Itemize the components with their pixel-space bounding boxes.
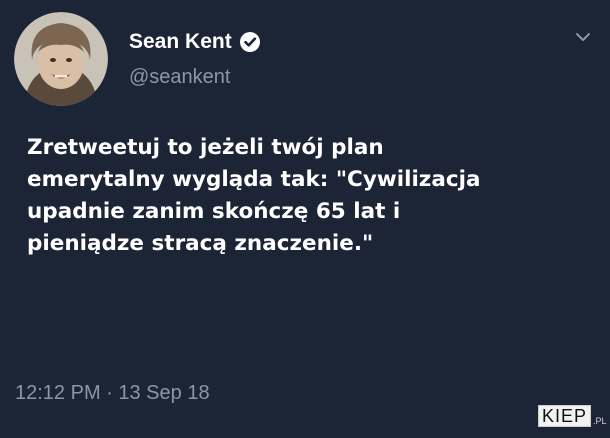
- kiep-watermark-logo: KIEP .PL: [538, 405, 607, 427]
- tweet-text: Zretweetuj to jeżeli twój plan emerytaln…: [27, 135, 481, 256]
- verified-badge-icon: [239, 31, 261, 53]
- avatar-photo: [14, 12, 108, 106]
- avatar[interactable]: [14, 12, 108, 106]
- watermark-suffix: .PL: [593, 416, 607, 426]
- tweet-timestamp[interactable]: 12:12 PM · 13 Sep 18: [15, 382, 210, 405]
- watermark-brand: KIEP: [538, 405, 592, 427]
- author-handle[interactable]: @seankent: [129, 66, 230, 89]
- chevron-down-icon[interactable]: [574, 30, 592, 44]
- author-name[interactable]: Sean Kent: [129, 30, 261, 54]
- author-name-label: Sean Kent: [129, 30, 232, 53]
